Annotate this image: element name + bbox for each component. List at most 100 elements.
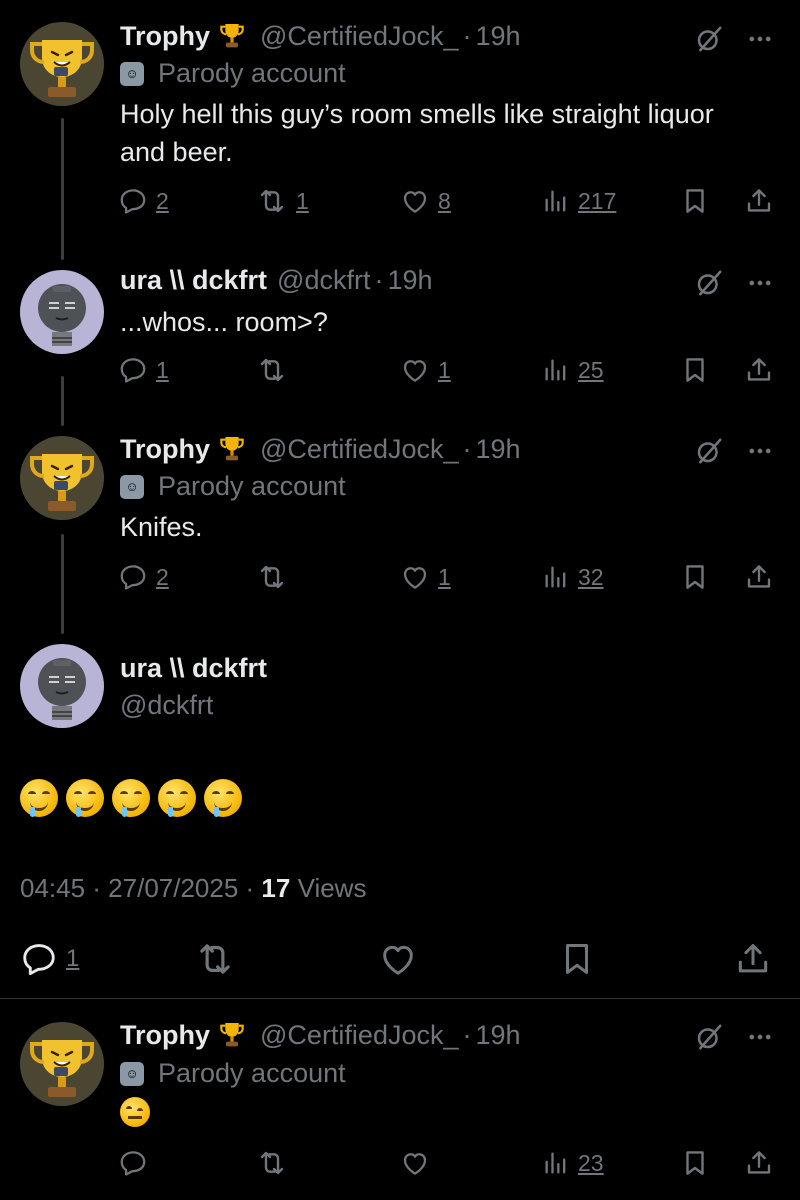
like-button[interactable]: [400, 1143, 430, 1183]
thread-line: [61, 376, 64, 426]
share-icon: [744, 186, 774, 216]
thread-line: [61, 534, 64, 634]
reply-count: 2: [156, 187, 169, 214]
action-bar: 2 1 8 217: [118, 181, 788, 221]
share-icon: [744, 355, 774, 385]
author-name[interactable]: ura \\ dckfrt: [120, 265, 267, 296]
reply-button[interactable]: 1: [20, 934, 79, 984]
grok-slash-icon[interactable]: [694, 24, 724, 54]
share-button[interactable]: [744, 181, 774, 221]
author-handle[interactable]: @dckfrt: [120, 690, 213, 721]
author-name[interactable]: Trophy: [120, 434, 210, 465]
parody-mask-icon: ☺: [120, 1061, 144, 1086]
bookmark-button[interactable]: [680, 350, 710, 390]
more-dots-icon[interactable]: [746, 25, 774, 53]
reply-button[interactable]: 1: [118, 350, 169, 390]
views-button[interactable]: 25: [542, 350, 604, 390]
repost-button[interactable]: [194, 934, 236, 984]
views-button[interactable]: 23: [542, 1143, 604, 1183]
heart-icon: [400, 1148, 430, 1178]
views-button[interactable]: 32: [542, 557, 604, 597]
avatar[interactable]: [20, 644, 104, 728]
bookmark-icon: [558, 940, 596, 978]
reply-button[interactable]: 2: [118, 557, 169, 597]
author-name[interactable]: Trophy: [120, 21, 210, 52]
like-button[interactable]: 1: [400, 557, 451, 597]
post-text-line: and beer.: [120, 137, 233, 167]
raised-eyebrow-emoji: [120, 1097, 150, 1127]
share-button[interactable]: [734, 934, 772, 984]
post-emoji-text: [120, 1097, 150, 1132]
heart-icon: [400, 355, 430, 385]
main-action-bar: 1: [20, 934, 780, 984]
author-handle[interactable]: @dckfrt: [277, 265, 370, 296]
repost-button[interactable]: [256, 350, 288, 390]
bookmark-button[interactable]: [680, 1143, 710, 1183]
parody-mask-icon: ☺: [120, 61, 144, 86]
heart-icon: [400, 186, 430, 216]
post-text-line: Holy hell this guy’s room smells like st…: [120, 99, 714, 129]
parody-mask-icon: ☺: [120, 474, 144, 499]
reply-icon: [118, 1148, 148, 1178]
bookmark-button[interactable]: [680, 181, 710, 221]
heart-icon: [400, 562, 430, 592]
reply-button[interactable]: [118, 1143, 148, 1183]
reply-icon: [20, 940, 58, 978]
reply-icon: [118, 562, 148, 592]
views-count: 25: [578, 356, 604, 383]
like-count: 1: [438, 356, 451, 383]
drooling-face-emoji: [158, 779, 196, 817]
views-bars-icon: [542, 356, 570, 384]
repost-button[interactable]: [256, 557, 288, 597]
more-dots-icon[interactable]: [746, 269, 774, 297]
share-button[interactable]: [744, 350, 774, 390]
post-text: ...whos... room>?: [120, 307, 328, 337]
reply-icon: [118, 355, 148, 385]
grok-slash-icon[interactable]: [694, 436, 724, 466]
bookmark-icon: [680, 186, 710, 216]
trophy-icon: [216, 433, 248, 465]
author-name[interactable]: ura \\ dckfrt: [120, 653, 267, 684]
separator: ·: [462, 1019, 472, 1050]
like-button[interactable]: [378, 934, 418, 984]
like-button[interactable]: 8: [400, 181, 451, 221]
like-count: 8: [438, 187, 451, 214]
like-button[interactable]: 1: [400, 350, 451, 390]
parody-text: Parody account: [158, 471, 346, 501]
reply-count: 1: [156, 356, 169, 383]
action-bar: 1 1 25: [118, 350, 788, 390]
bookmark-button[interactable]: [558, 934, 596, 984]
author-handle[interactable]: @CertifiedJock_: [260, 1020, 458, 1051]
bookmark-button[interactable]: [680, 557, 710, 597]
post-time[interactable]: 19h: [387, 265, 432, 296]
post-time[interactable]: 19h: [476, 21, 521, 52]
author-handle[interactable]: @CertifiedJock_: [260, 434, 458, 465]
avatar[interactable]: [20, 22, 104, 106]
action-bar: 23: [118, 1143, 788, 1183]
post-time[interactable]: 19h: [476, 434, 521, 465]
share-button[interactable]: [744, 1143, 774, 1183]
action-bar: 2 1 32: [118, 557, 788, 597]
repost-button[interactable]: [256, 1143, 288, 1183]
post-text: Holy hell this guy’s room smells like st…: [120, 95, 780, 171]
avatar[interactable]: [20, 1022, 104, 1106]
views-bars-icon: [542, 187, 570, 215]
share-button[interactable]: [744, 557, 774, 597]
avatar[interactable]: [20, 270, 104, 354]
views-button[interactable]: 217: [542, 181, 616, 221]
bookmark-icon: [680, 562, 710, 592]
post-time[interactable]: 19h: [476, 1020, 521, 1051]
avatar[interactable]: [20, 436, 104, 520]
more-dots-icon[interactable]: [746, 437, 774, 465]
repost-button[interactable]: 1: [256, 181, 309, 221]
grok-slash-icon[interactable]: [694, 1022, 724, 1052]
author-handle[interactable]: @CertifiedJock_: [260, 21, 458, 52]
post-emoji-text: [20, 779, 242, 817]
author-name[interactable]: Trophy: [120, 1020, 210, 1051]
views-label: Views: [297, 873, 367, 903]
post-timestamp[interactable]: 04:45 · 27/07/2025 ·: [20, 873, 254, 903]
more-dots-icon[interactable]: [746, 1023, 774, 1051]
reply-button[interactable]: 2: [118, 181, 169, 221]
views-count: 217: [578, 187, 617, 214]
grok-slash-icon[interactable]: [694, 268, 724, 298]
